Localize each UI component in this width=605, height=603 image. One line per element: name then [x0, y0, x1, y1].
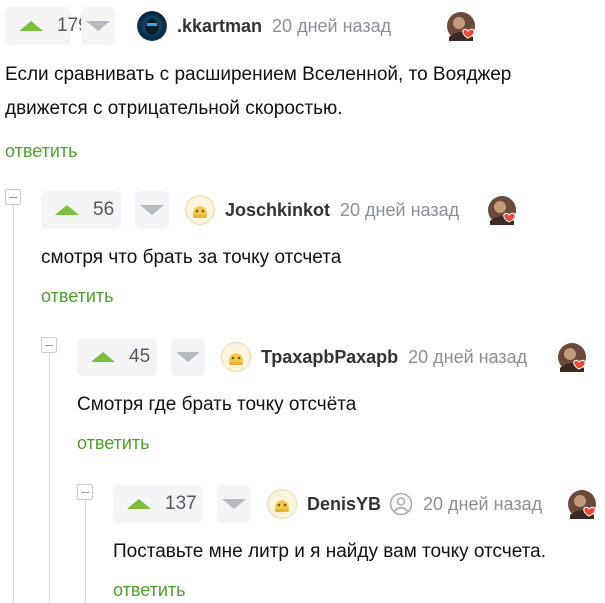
downvote-arrow-icon: [176, 352, 200, 362]
upvote-arrow-icon: [55, 205, 79, 215]
avatar-image-icon: [185, 195, 215, 225]
comment: 179 .kkartman 20 дней назад Если сравнив…: [5, 7, 605, 167]
reply-link[interactable]: ответить: [113, 580, 186, 601]
thread-line: [13, 205, 14, 603]
avatar-image-icon: [221, 342, 251, 372]
comment-text: Если сравнивать с расширением Вселенной,…: [5, 64, 512, 85]
vote-up-button[interactable]: 137: [113, 485, 203, 523]
reply-link[interactable]: ответить: [41, 286, 114, 307]
username[interactable]: Joschkinkot: [225, 200, 330, 221]
comment-text: движется с отрицательной скоростью.: [5, 98, 343, 119]
comment-header: 56 Joschkinkot 20 дней назад: [41, 191, 459, 229]
upvote-arrow-icon: [91, 352, 115, 362]
timestamp[interactable]: 20 дней назад: [423, 494, 542, 515]
reply-link[interactable]: ответить: [77, 433, 150, 454]
vote-up-button[interactable]: 56: [41, 191, 121, 229]
avatar[interactable]: [267, 489, 297, 519]
username[interactable]: .kkartman: [177, 16, 262, 37]
avatar-image-icon: [137, 11, 167, 41]
author-badge-icon[interactable]: [567, 489, 599, 521]
upvote-arrow-icon: [127, 499, 151, 509]
username[interactable]: DenisYB: [307, 494, 381, 515]
collapse-thread-button[interactable]: [77, 484, 93, 500]
comment-text: Смотря где брать точку отсчёта: [77, 394, 357, 415]
vote-up-button[interactable]: 45: [77, 338, 157, 376]
downvote-arrow-icon: [222, 499, 246, 509]
comment-text: смотря что брать за точку отсчета: [41, 247, 342, 268]
downvote-arrow-icon: [140, 205, 164, 215]
vote-down-button[interactable]: [81, 7, 115, 45]
collapse-thread-button[interactable]: [5, 189, 21, 205]
timestamp[interactable]: 20 дней назад: [272, 16, 391, 37]
upvote-arrow-icon: [19, 21, 43, 31]
comment-header: 179 .kkartman 20 дней назад: [5, 7, 391, 45]
comment-header: 137 DenisYB 20 дней назад: [113, 485, 542, 523]
user-profile-icon: [389, 492, 413, 516]
comment-header: 45 ТрахарbРахарb 20 дней назад: [77, 338, 527, 376]
thread-line: [49, 352, 50, 603]
timestamp[interactable]: 20 дней назад: [408, 347, 527, 368]
username[interactable]: ТрахарbРахарb: [261, 347, 398, 368]
avatar[interactable]: [185, 195, 215, 225]
rating: 137: [165, 493, 197, 514]
author-badge-icon[interactable]: [557, 342, 589, 374]
avatar-image-icon: [267, 489, 297, 519]
author-badge-icon[interactable]: [446, 11, 478, 43]
collapse-thread-button[interactable]: [41, 337, 57, 353]
avatar[interactable]: [221, 342, 251, 372]
vote-down-button[interactable]: [135, 191, 169, 229]
vote-up-button[interactable]: 179: [5, 7, 89, 45]
comment: 137 DenisYB 20 дней назад Поставьте мне …: [113, 485, 605, 603]
comment: 56 Joschkinkot 20 дней назад смотря что …: [41, 191, 605, 311]
rating: 45: [129, 346, 151, 367]
reply-link[interactable]: ответить: [5, 141, 78, 162]
downvote-arrow-icon: [86, 21, 110, 31]
author-badge-icon[interactable]: [487, 195, 519, 227]
comment-text: Поставьте мне литр и я найду вам точку о…: [113, 541, 546, 562]
rating: 56: [93, 199, 115, 220]
thread-line: [85, 499, 86, 603]
avatar[interactable]: [137, 11, 167, 41]
timestamp[interactable]: 20 дней назад: [340, 200, 459, 221]
vote-down-button[interactable]: [171, 338, 205, 376]
comment: 45 ТрахарbРахарb 20 дней назад Смотря гд…: [77, 338, 605, 458]
vote-down-button[interactable]: [217, 485, 251, 523]
